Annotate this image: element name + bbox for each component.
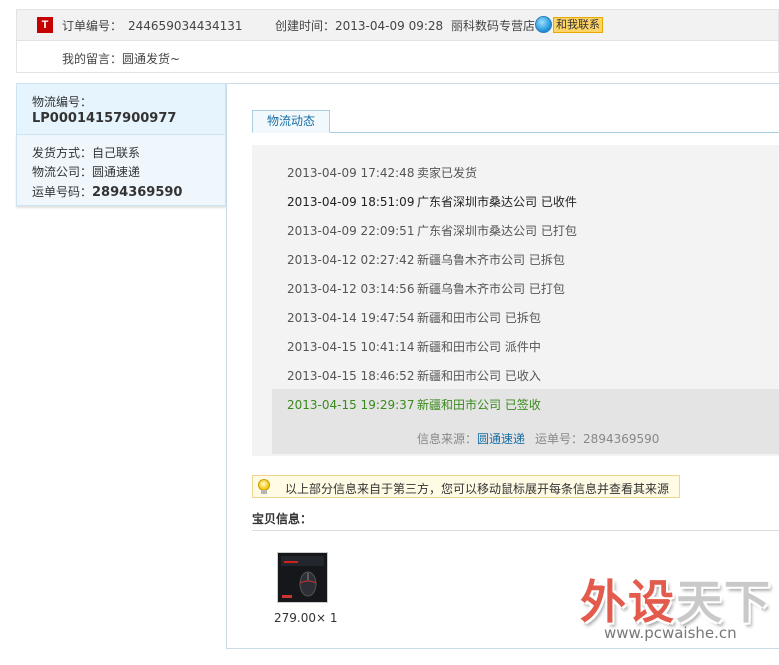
tracking-time: 2013-04-15 19:29:37 [287, 398, 415, 412]
watermark-part1: 外设 [580, 575, 676, 629]
tracking-row[interactable]: 2013-04-09 17:42:48 卖家已发货 [287, 164, 477, 181]
logistics-company: 物流公司：圆通速递 [32, 163, 140, 180]
contact-seller-button[interactable]: 和我联系 [535, 16, 603, 33]
buyer-message-label: 我的留言： [62, 52, 123, 66]
tab-logistics-updates[interactable]: 物流动态 [252, 110, 330, 133]
tab-divider [252, 132, 779, 133]
tracking-time: 2013-04-09 18:51:09 [287, 195, 415, 209]
tracking-time: 2013-04-15 18:46:52 [287, 369, 415, 383]
source-waybill-label: 运单号： [535, 432, 584, 446]
tracking-event: 新疆乌鲁木齐市公司 已打包 [417, 282, 565, 296]
order-number: 订单编号： 244659034434131 [62, 17, 243, 34]
logistics-company-value: 圆通速递 [92, 165, 141, 179]
tracking-row-latest[interactable]: 2013-04-15 19:29:37 新疆和田市公司 已签收 [287, 396, 541, 413]
lightbulb-base [261, 490, 267, 494]
tracking-row[interactable]: 2013-04-09 18:51:09 广东省深圳市桑达公司 已收件 [287, 193, 577, 210]
tracking-event: 广东省深圳市桑达公司 已收件 [417, 195, 577, 209]
tracking-event: 新疆和田市公司 派件中 [417, 340, 541, 354]
tracking-event: 卖家已发货 [417, 166, 478, 180]
info-source: 信息来源：圆通速递 运单号：2894369590 [417, 430, 659, 447]
shipping-method: 发货方式：自己联系 [32, 144, 140, 161]
tracking-time: 2013-04-12 03:14:56 [287, 282, 415, 296]
shop-name[interactable]: 丽科数码专营店 [451, 17, 535, 34]
tracking-time: 2013-04-14 19:47:54 [287, 311, 415, 325]
watermark-part2: 天下 [676, 575, 772, 629]
wangwang-icon [535, 16, 552, 33]
buyer-message: 我的留言：圆通发货~ [62, 50, 180, 67]
tracking-row[interactable]: 2013-04-14 19:47:54 新疆和田市公司 已拆包 [287, 309, 541, 326]
tracking-row[interactable]: 2013-04-15 10:41:14 新疆和田市公司 派件中 [287, 338, 541, 355]
tracking-event: 新疆乌鲁木齐市公司 已拆包 [417, 253, 565, 267]
buyer-message-value: 圆通发货~ [122, 52, 181, 66]
tracking-event: 新疆和田市公司 已签收 [417, 398, 541, 412]
product-price-quantity: 279.00× 1 [274, 611, 338, 625]
waybill-number: 运单号码：2894369590 [32, 183, 182, 200]
source-waybill-value: 2894369590 [583, 432, 660, 446]
tracking-time: 2013-04-09 22:09:51 [287, 224, 415, 238]
waybill-value: 2894369590 [92, 185, 183, 200]
tracking-row[interactable]: 2013-04-09 22:09:51 广东省深圳市桑达公司 已打包 [287, 222, 577, 239]
tracking-row[interactable]: 2013-04-12 03:14:56 新疆乌鲁木齐市公司 已打包 [287, 280, 565, 297]
info-source-link[interactable]: 圆通速递 [477, 432, 525, 446]
created-time-value: 2013-04-09 09:28 [335, 19, 444, 33]
tracking-event: 广东省深圳市桑达公司 已打包 [417, 224, 577, 238]
goods-info-title: 宝贝信息： [252, 512, 313, 526]
tracking-time: 2013-04-15 10:41:14 [287, 340, 415, 354]
created-time-label: 创建时间： [275, 19, 336, 33]
tmall-logo-icon: T [37, 17, 53, 33]
shipping-method-label: 发货方式： [32, 146, 93, 160]
mouse-image-icon [278, 553, 327, 602]
info-source-label: 信息来源： [417, 432, 478, 446]
order-number-value: 244659034434131 [128, 19, 243, 33]
tracking-time: 2013-04-09 17:42:48 [287, 166, 415, 180]
order-number-label: 订单编号： [62, 19, 123, 33]
logistics-company-label: 物流公司： [32, 165, 93, 179]
shipping-method-value: 自己联系 [92, 146, 141, 160]
watermark-url: www.pcwaishe.cn [604, 624, 737, 642]
contact-seller-label: 和我联系 [553, 16, 603, 33]
watermark-logo: 外设天下 [580, 566, 772, 632]
logistics-id-value: LP00014157900977 [32, 111, 177, 126]
tracking-time: 2013-04-12 02:27:42 [287, 253, 415, 267]
waybill-label: 运单号码： [32, 185, 93, 199]
tracking-event: 新疆和田市公司 已拆包 [417, 311, 541, 325]
logistics-id-label: 物流编号： [32, 95, 93, 109]
product-thumbnail[interactable] [277, 552, 328, 603]
created-time: 创建时间：2013-04-09 09:28 [275, 17, 443, 34]
tracking-row[interactable]: 2013-04-12 02:27:42 新疆乌鲁木齐市公司 已拆包 [287, 251, 565, 268]
tracking-row[interactable]: 2013-04-15 18:46:52 新疆和田市公司 已收入 [287, 367, 541, 384]
notice-text: 以上部分信息来自于第三方，您可以移动鼠标展开每条信息并查看其来源 [285, 482, 670, 496]
tracking-event: 新疆和田市公司 已收入 [417, 369, 541, 383]
goods-divider [252, 530, 779, 531]
